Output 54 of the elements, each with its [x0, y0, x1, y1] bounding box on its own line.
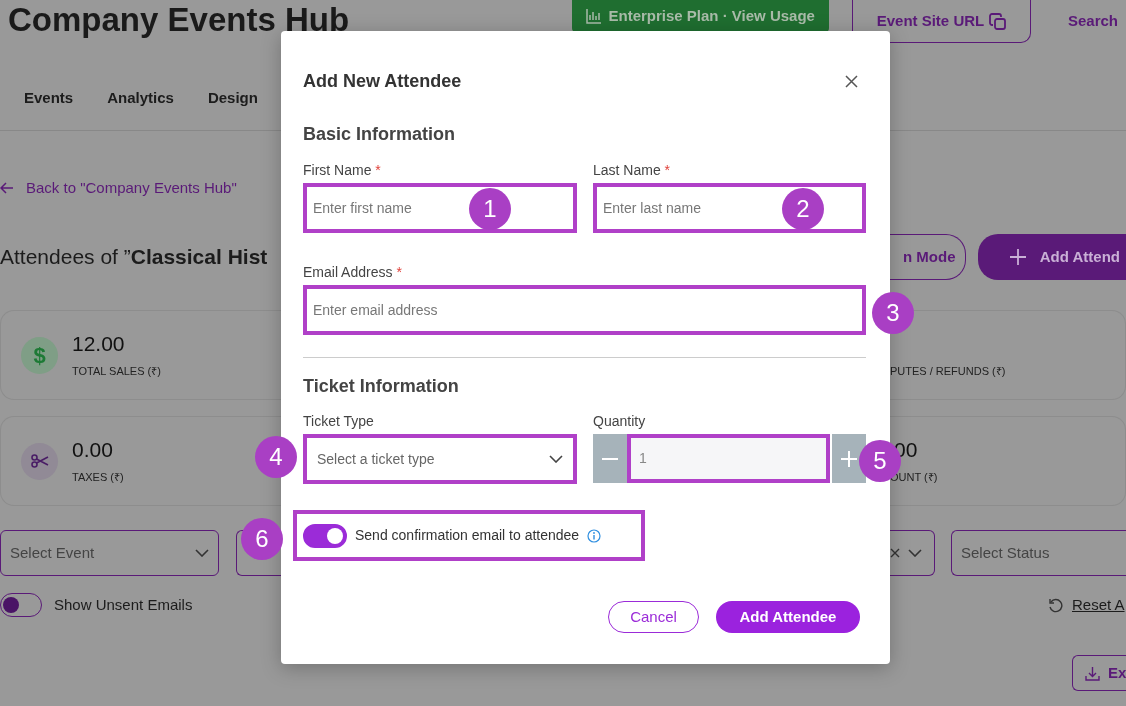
step-number-tooltip: 4	[255, 436, 297, 479]
field-label: First Name *	[303, 160, 382, 179]
reset-link[interactable]: Reset A	[1072, 593, 1125, 617]
page-title: Attendees of ”Classical Hist	[0, 244, 269, 270]
section-heading: Ticket Information	[303, 375, 460, 398]
increment-button[interactable]	[832, 434, 866, 484]
ticket-type-select[interactable]: Select a ticket type	[303, 434, 577, 485]
back-link[interactable]: Back to "Company Events Hub"	[0, 176, 281, 199]
copy-icon	[989, 12, 1007, 30]
step-number-tooltip: 3	[872, 291, 914, 334]
stat-value: 12.00	[72, 330, 126, 357]
field-label: Email Address *	[303, 262, 403, 281]
event-select[interactable]: Select Event	[0, 530, 219, 576]
plus-icon	[841, 450, 857, 467]
close-icon	[845, 75, 858, 88]
add-attendee-button[interactable]: Add Attend	[977, 234, 1126, 280]
toggle-label: Send confirmation email to attendee	[355, 526, 580, 546]
cancel-button[interactable]: Cancel	[608, 601, 699, 634]
nav-tab[interactable]: Design	[207, 87, 258, 112]
scissors-icon	[30, 454, 49, 468]
dollar-icon: $	[21, 336, 58, 374]
status-select[interactable]: Select Status	[951, 530, 1126, 576]
confirmation-toggle[interactable]	[303, 523, 347, 548]
app-title: Company Events Hub	[8, 0, 350, 40]
text-input-field[interactable]: Enter email address	[303, 284, 866, 335]
clear-icon	[890, 548, 900, 558]
toggle-label: Show Unsent Emails	[54, 594, 193, 615]
info-icon	[587, 528, 602, 543]
reset-icon	[1048, 597, 1063, 613]
back-link-text[interactable]: Back to "Company Events Hub"	[26, 176, 237, 199]
bar-chart-icon	[586, 8, 603, 24]
nav-tab[interactable]: Analytics	[107, 87, 174, 112]
chevron-down-icon	[195, 549, 209, 557]
stat-label: TAXES (₹)	[72, 469, 124, 485]
field-label: Ticket Type	[303, 412, 375, 431]
step-number-tooltip: 6	[241, 518, 283, 561]
dialog-title: Add New Attendee	[303, 70, 462, 93]
field-label: Last Name *	[593, 160, 672, 179]
stat-value: 0.00	[72, 436, 114, 463]
plus-icon	[1009, 249, 1026, 265]
minus-icon	[602, 457, 618, 460]
chevron-down-icon	[549, 455, 563, 464]
chevron-down-icon	[908, 549, 922, 557]
stat-label: TOTAL SALES (₹)	[72, 363, 161, 379]
download-icon	[1085, 665, 1100, 681]
stat-label: PUTES / REFUNDS (₹)	[890, 363, 1006, 379]
add-attendee-button[interactable]: Add Attendee	[716, 601, 860, 634]
search-link[interactable]: Search	[1067, 10, 1118, 33]
field-label: Quantity	[593, 412, 647, 431]
plan-usage-button[interactable]: Enterprise Plan · View Usage	[572, 0, 829, 32]
arrow-left-icon	[0, 181, 14, 194]
section-heading: Basic Information	[303, 124, 457, 146]
export-button[interactable]: Ex	[1072, 655, 1126, 691]
nav-tab[interactable]: Events	[24, 87, 74, 112]
